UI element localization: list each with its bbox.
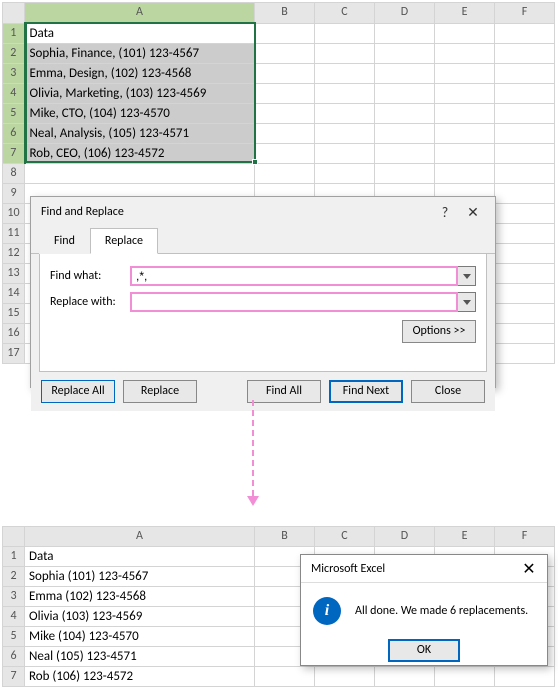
col-header-E[interactable]: E (435, 527, 495, 547)
options-button[interactable]: Options >> (402, 320, 476, 343)
dialog-titlebar[interactable]: Find and Replace ? ✕ (31, 197, 495, 227)
col-header-D[interactable]: D (375, 527, 435, 547)
row-header[interactable]: 4 (3, 607, 25, 627)
row-header[interactable]: 3 (3, 64, 25, 84)
col-header-F[interactable]: F (495, 527, 555, 547)
cell-A4[interactable]: Olivia (103) 123-4569 (25, 607, 255, 627)
row-header[interactable]: 8 (3, 164, 25, 184)
find-history-dropdown[interactable] (458, 266, 476, 286)
replace-all-button[interactable]: Replace All (41, 380, 115, 403)
row-header[interactable]: 5 (3, 627, 25, 647)
fill-handle[interactable] (252, 159, 258, 165)
tab-replace[interactable]: Replace (90, 228, 158, 254)
row-header[interactable]: 11 (3, 224, 25, 244)
col-header-E[interactable]: E (435, 3, 495, 24)
col-header-C[interactable]: C (315, 527, 375, 547)
col-header-B[interactable]: B (255, 3, 315, 24)
row-header[interactable]: 14 (3, 284, 25, 304)
row-header[interactable]: 2 (3, 567, 25, 587)
close-icon[interactable]: ✕ (459, 204, 487, 221)
cell-A7[interactable]: Rob, CEO, (106) 123-4572 (25, 144, 255, 164)
col-header-A[interactable]: A (25, 3, 255, 24)
find-next-button[interactable]: Find Next (329, 380, 403, 403)
cell-A2[interactable]: Sophia, Finance, (101) 123-4567 (25, 44, 255, 64)
cell-A4[interactable]: Olivia, Marketing, (103) 123-4569 (25, 84, 255, 104)
row-header[interactable]: 16 (3, 324, 25, 344)
row-header[interactable]: 10 (3, 204, 25, 224)
cell-A2[interactable]: Sophia (101) 123-4567 (25, 567, 255, 587)
flow-arrow-icon (252, 400, 254, 504)
alert-dialog: Microsoft Excel ✕ i All done. We made 6 … (300, 554, 548, 666)
cell-A5[interactable]: Mike (104) 123-4570 (25, 627, 255, 647)
cell-A7[interactable]: Rob (106) 123-4572 (25, 667, 255, 687)
cell-A6[interactable]: Neal, Analysis, (105) 123-4571 (25, 124, 255, 144)
row-header[interactable]: 17 (3, 344, 25, 364)
ok-button[interactable]: OK (388, 639, 460, 662)
row-header[interactable]: 15 (3, 304, 25, 324)
col-header-D[interactable]: D (375, 3, 435, 24)
select-all-corner[interactable] (3, 527, 25, 547)
info-icon: i (313, 597, 341, 625)
select-all-corner[interactable] (3, 3, 25, 24)
row-header[interactable]: 12 (3, 244, 25, 264)
close-button[interactable]: Close (411, 380, 485, 403)
row-header[interactable]: 6 (3, 647, 25, 667)
replace-history-dropdown[interactable] (458, 292, 476, 312)
alert-text: All done. We made 6 replacements. (355, 604, 528, 618)
alert-titlebar[interactable]: Microsoft Excel ✕ (301, 555, 547, 583)
col-header-F[interactable]: F (495, 3, 555, 24)
replace-button[interactable]: Replace (123, 380, 197, 403)
row-header[interactable]: 5 (3, 104, 25, 124)
find-what-input[interactable] (130, 266, 458, 286)
row-header[interactable]: 2 (3, 44, 25, 64)
row-header[interactable]: 9 (3, 184, 25, 204)
row-header[interactable]: 3 (3, 587, 25, 607)
replace-with-label: Replace with: (50, 295, 130, 309)
row-header[interactable]: 4 (3, 84, 25, 104)
close-icon[interactable]: ✕ (517, 559, 541, 579)
help-icon[interactable]: ? (431, 204, 459, 221)
row-header[interactable]: 1 (3, 23, 25, 44)
row-header[interactable]: 6 (3, 124, 25, 144)
alert-title: Microsoft Excel (311, 562, 517, 576)
col-header-C[interactable]: C (315, 3, 375, 24)
cell-A3[interactable]: Emma (102) 123-4568 (25, 587, 255, 607)
find-all-button[interactable]: Find All (247, 380, 321, 403)
cell-A5[interactable]: Mike, CTO, (104) 123-4570 (25, 104, 255, 124)
cell-A3[interactable]: Emma, Design, (102) 123-4568 (25, 64, 255, 84)
cell-A1[interactable]: Data (25, 23, 255, 44)
cell-A6[interactable]: Neal (105) 123-4571 (25, 647, 255, 667)
cell-A1[interactable]: Data (25, 547, 255, 567)
find-replace-dialog: Find and Replace ? ✕ Find Replace Find w… (30, 196, 496, 388)
replace-with-input[interactable] (130, 292, 458, 312)
find-what-label: Find what: (50, 269, 130, 283)
col-header-B[interactable]: B (255, 527, 315, 547)
row-header[interactable]: 7 (3, 144, 25, 164)
row-header[interactable]: 13 (3, 264, 25, 284)
tab-find[interactable]: Find (39, 228, 90, 254)
row-header[interactable]: 7 (3, 667, 25, 687)
dialog-title: Find and Replace (41, 205, 431, 219)
row-header[interactable]: 1 (3, 547, 25, 567)
col-header-A[interactable]: A (25, 527, 255, 547)
